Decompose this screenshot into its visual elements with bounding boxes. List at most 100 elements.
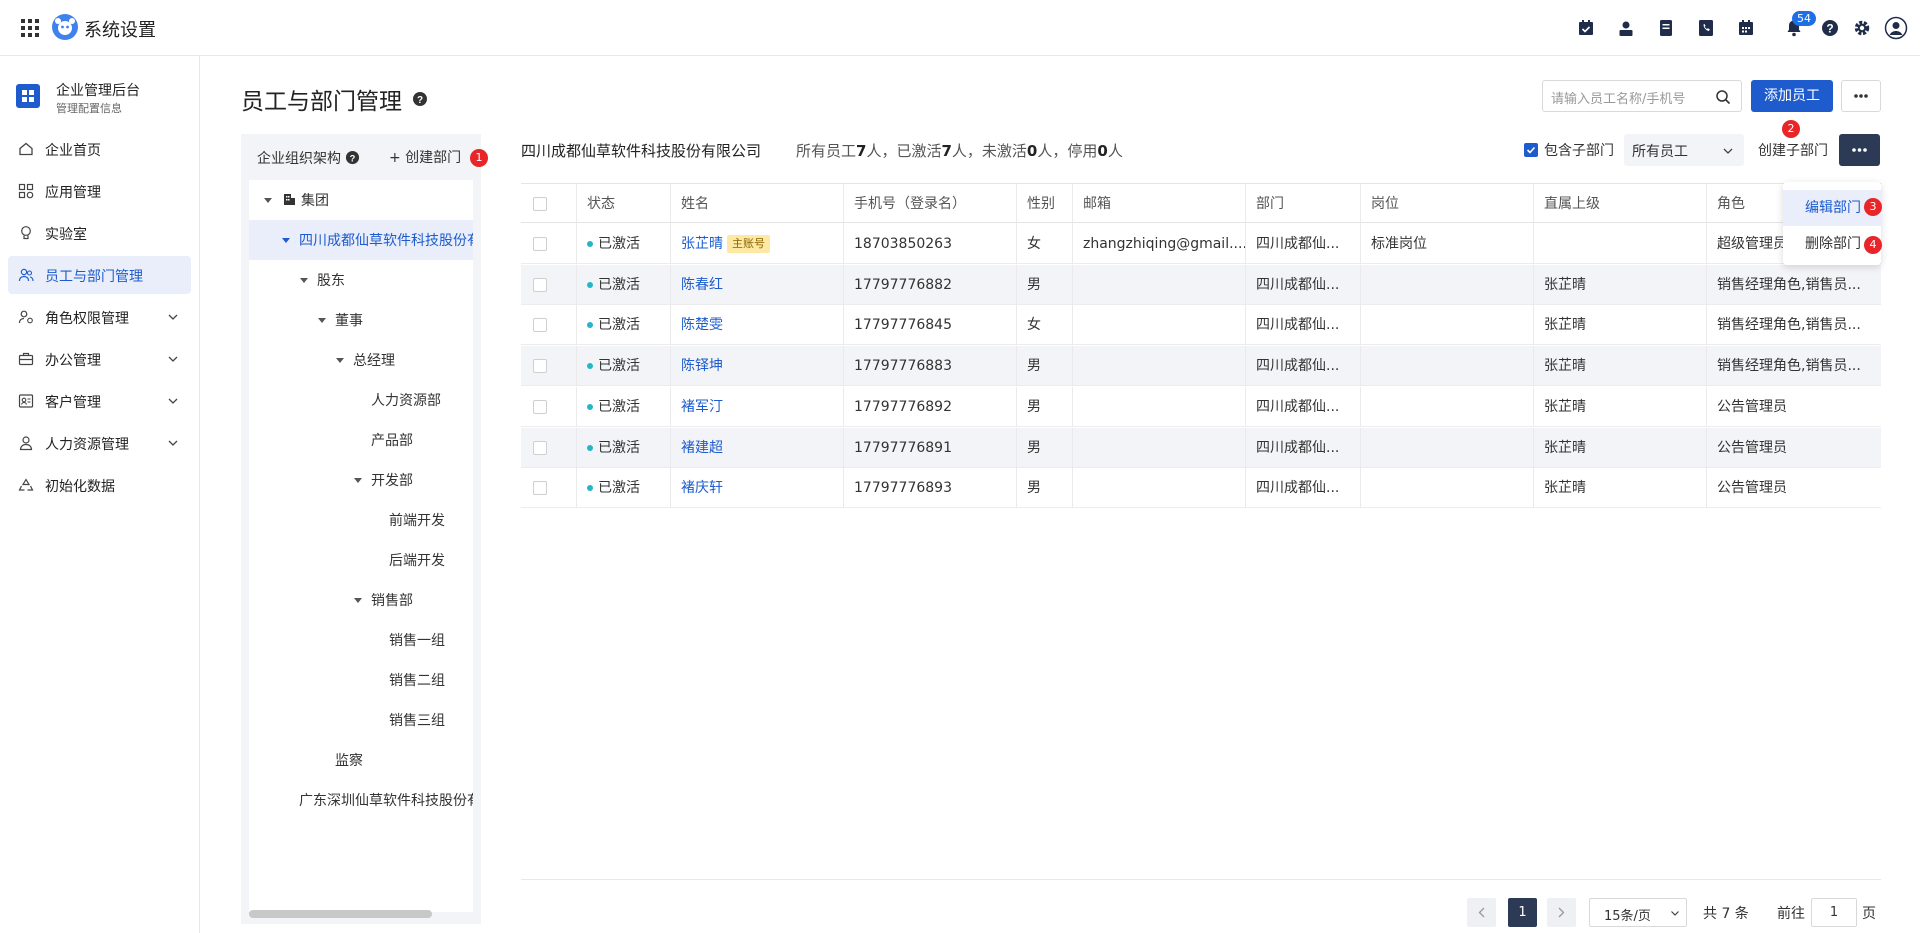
sidebar-item-apps[interactable]: 应用管理	[8, 172, 191, 210]
employee-name-link[interactable]: 褚建超	[681, 440, 723, 456]
tree-node-sichuan-company[interactable]: 四川成都仙草软件科技股份有限公司	[249, 220, 473, 260]
column-header-gender[interactable]: 性别	[1016, 184, 1072, 224]
sidebar-header: 企业管理后台 管理配置信息	[16, 80, 196, 120]
tree-node-sales-group-1[interactable]: 销售一组	[249, 620, 473, 660]
cell-name[interactable]: 陈楚雯	[670, 305, 843, 346]
employee-filter-select[interactable]: 所有员工	[1624, 134, 1744, 166]
create-department-button[interactable]: + 创建部门	[389, 147, 461, 167]
table-row[interactable]: 已激活 张芷晴 主账号 18703850263 女 zhangzhiqing@gmail.…	[521, 224, 1881, 264]
sidebar-item-init-data[interactable]: 初始化数据	[8, 466, 191, 504]
caret-down-icon[interactable]	[317, 315, 327, 325]
tree-horizontal-scrollbar[interactable]	[249, 908, 473, 918]
caret-down-icon[interactable]	[299, 275, 309, 285]
page-size-select[interactable]: 15条/页	[1589, 898, 1687, 927]
cell-name[interactable]: 褚军汀	[670, 386, 843, 427]
tree-node-group[interactable]: 集团	[249, 180, 473, 220]
department-more-button[interactable]	[1839, 134, 1880, 166]
create-subdepartment-button[interactable]: 创建子部门	[1758, 140, 1828, 160]
employee-name-link[interactable]: 陈楚雯	[681, 317, 723, 333]
cell-name[interactable]: 褚庆轩	[670, 468, 843, 509]
sidebar-item-hr[interactable]: 人力资源管理	[8, 424, 191, 462]
sidebar-item-roles-permissions[interactable]: 角色权限管理	[8, 298, 191, 336]
task-check-icon[interactable]	[1576, 18, 1596, 38]
document-icon[interactable]	[1656, 18, 1676, 38]
tree-node-frontend[interactable]: 前端开发	[249, 500, 473, 540]
row-checkbox[interactable]	[533, 318, 547, 333]
column-header-post[interactable]: 岗位	[1360, 184, 1533, 224]
caret-down-icon[interactable]	[281, 235, 291, 245]
select-all-checkbox[interactable]	[533, 197, 547, 211]
user-avatar-icon[interactable]	[1884, 16, 1908, 40]
tree-node-shareholders[interactable]: 股东	[249, 260, 473, 300]
cell-name[interactable]: 陈春红	[670, 264, 843, 305]
tree-node-sales-group-2[interactable]: 销售二组	[249, 660, 473, 700]
sidebar-item-office[interactable]: 办公管理	[8, 340, 191, 378]
employee-name-link[interactable]: 褚军汀	[681, 399, 723, 415]
cell-name[interactable]: 褚建超	[670, 427, 843, 468]
tree-node-sales-dept[interactable]: 销售部	[249, 580, 473, 620]
cell-name[interactable]: 张芷晴 主账号	[670, 224, 843, 264]
cell-phone: 17797776893	[843, 468, 1016, 509]
prev-page-button[interactable]	[1467, 898, 1496, 927]
tree-node-backend[interactable]: 后端开发	[249, 540, 473, 580]
caret-down-icon[interactable]	[353, 595, 363, 605]
sidebar-item-lab[interactable]: 实验室	[8, 214, 191, 252]
tree-node-general-manager[interactable]: 总经理	[249, 340, 473, 380]
employee-name-link[interactable]: 褚庆轩	[681, 480, 723, 496]
tree-node-hr-dept[interactable]: 人力资源部	[249, 380, 473, 420]
row-checkbox[interactable]	[533, 399, 547, 414]
column-header-department[interactable]: 部门	[1245, 184, 1360, 224]
goto-page-input[interactable]: 1	[1811, 898, 1857, 927]
help-icon[interactable]: ?	[1820, 18, 1840, 38]
row-checkbox[interactable]	[533, 237, 547, 251]
tree-node-dev-dept[interactable]: 开发部	[249, 460, 473, 500]
row-checkbox[interactable]	[533, 481, 547, 496]
help-icon[interactable]: ?	[412, 91, 428, 107]
employee-name-link[interactable]: 陈铎坤	[681, 358, 723, 374]
table-row[interactable]: 已激活 陈铎坤 17797776883 男 四川成都仙... 张芷晴 销售经理角色,销售员.…	[521, 346, 1881, 387]
column-header-manager[interactable]: 直属上级	[1533, 184, 1706, 224]
caret-down-icon[interactable]	[335, 355, 345, 365]
tree-node-supervision[interactable]: 监察	[249, 740, 473, 780]
help-icon[interactable]: ?	[345, 150, 360, 165]
row-checkbox[interactable]	[533, 440, 547, 455]
apps-grid-icon[interactable]	[20, 18, 40, 38]
include-subdepartments-checkbox[interactable]	[1524, 143, 1538, 157]
column-header-phone[interactable]: 手机号（登录名）	[843, 184, 1016, 224]
row-checkbox[interactable]	[533, 359, 547, 374]
contacts-icon[interactable]	[1616, 18, 1636, 38]
calendar-icon[interactable]	[1736, 18, 1756, 38]
sidebar-item-home[interactable]: 企业首页	[8, 130, 191, 168]
sidebar-item-customers[interactable]: 客户管理	[8, 382, 191, 420]
table-row[interactable]: 已激活 褚军汀 17797776892 男 四川成都仙... 张芷晴 公告管理员	[521, 386, 1881, 427]
table-row[interactable]: 已激活 褚建超 17797776891 男 四川成都仙... 张芷晴 公告管理员	[521, 427, 1881, 468]
column-header-email[interactable]: 邮箱	[1072, 184, 1245, 224]
tree-node-product-dept[interactable]: 产品部	[249, 420, 473, 460]
add-employee-button[interactable]: 添加员工	[1751, 80, 1833, 112]
sidebar-item-employees-departments[interactable]: 员工与部门管理	[8, 256, 191, 294]
include-subdepartments-label[interactable]: 包含子部门	[1544, 140, 1614, 160]
search-icon[interactable]	[1715, 89, 1731, 105]
more-actions-button[interactable]	[1841, 80, 1881, 112]
tree-node-sales-group-3[interactable]: 销售三组	[249, 700, 473, 740]
tree-node-guangdong-company[interactable]: 广东深圳仙草软件科技股份有限公司	[249, 780, 473, 820]
caret-down-icon[interactable]	[353, 475, 363, 485]
phone-book-icon[interactable]	[1696, 18, 1716, 38]
tree-node-board[interactable]: 董事	[249, 300, 473, 340]
row-checkbox[interactable]	[533, 277, 547, 292]
employee-search-input[interactable]: 请输入员工名称/手机号	[1542, 80, 1742, 112]
page-number-button[interactable]: 1	[1508, 898, 1537, 927]
cell-name[interactable]: 陈铎坤	[670, 346, 843, 387]
column-header-name[interactable]: 姓名	[670, 184, 843, 224]
caret-down-icon[interactable]	[263, 195, 273, 205]
employee-name-link[interactable]: 张芷晴	[681, 236, 723, 252]
goto-label: 前往	[1777, 906, 1805, 922]
table-row[interactable]: 已激活 陈楚雯 17797776845 女 四川成都仙... 张芷晴 销售经理角色,销售员.…	[521, 305, 1881, 346]
column-header-status[interactable]: 状态	[576, 184, 670, 224]
next-page-button[interactable]	[1547, 898, 1576, 927]
employee-name-link[interactable]: 陈春红	[681, 277, 723, 293]
settings-gear-icon[interactable]	[1852, 18, 1872, 38]
table-row[interactable]: 已激活 陈春红 17797776882 男 四川成都仙... 张芷晴 销售经理角色,销售员.…	[521, 264, 1881, 305]
table-row[interactable]: 已激活 褚庆轩 17797776893 男 四川成都仙... 张芷晴 公告管理员	[521, 468, 1881, 509]
scrollbar-thumb[interactable]	[249, 910, 432, 918]
